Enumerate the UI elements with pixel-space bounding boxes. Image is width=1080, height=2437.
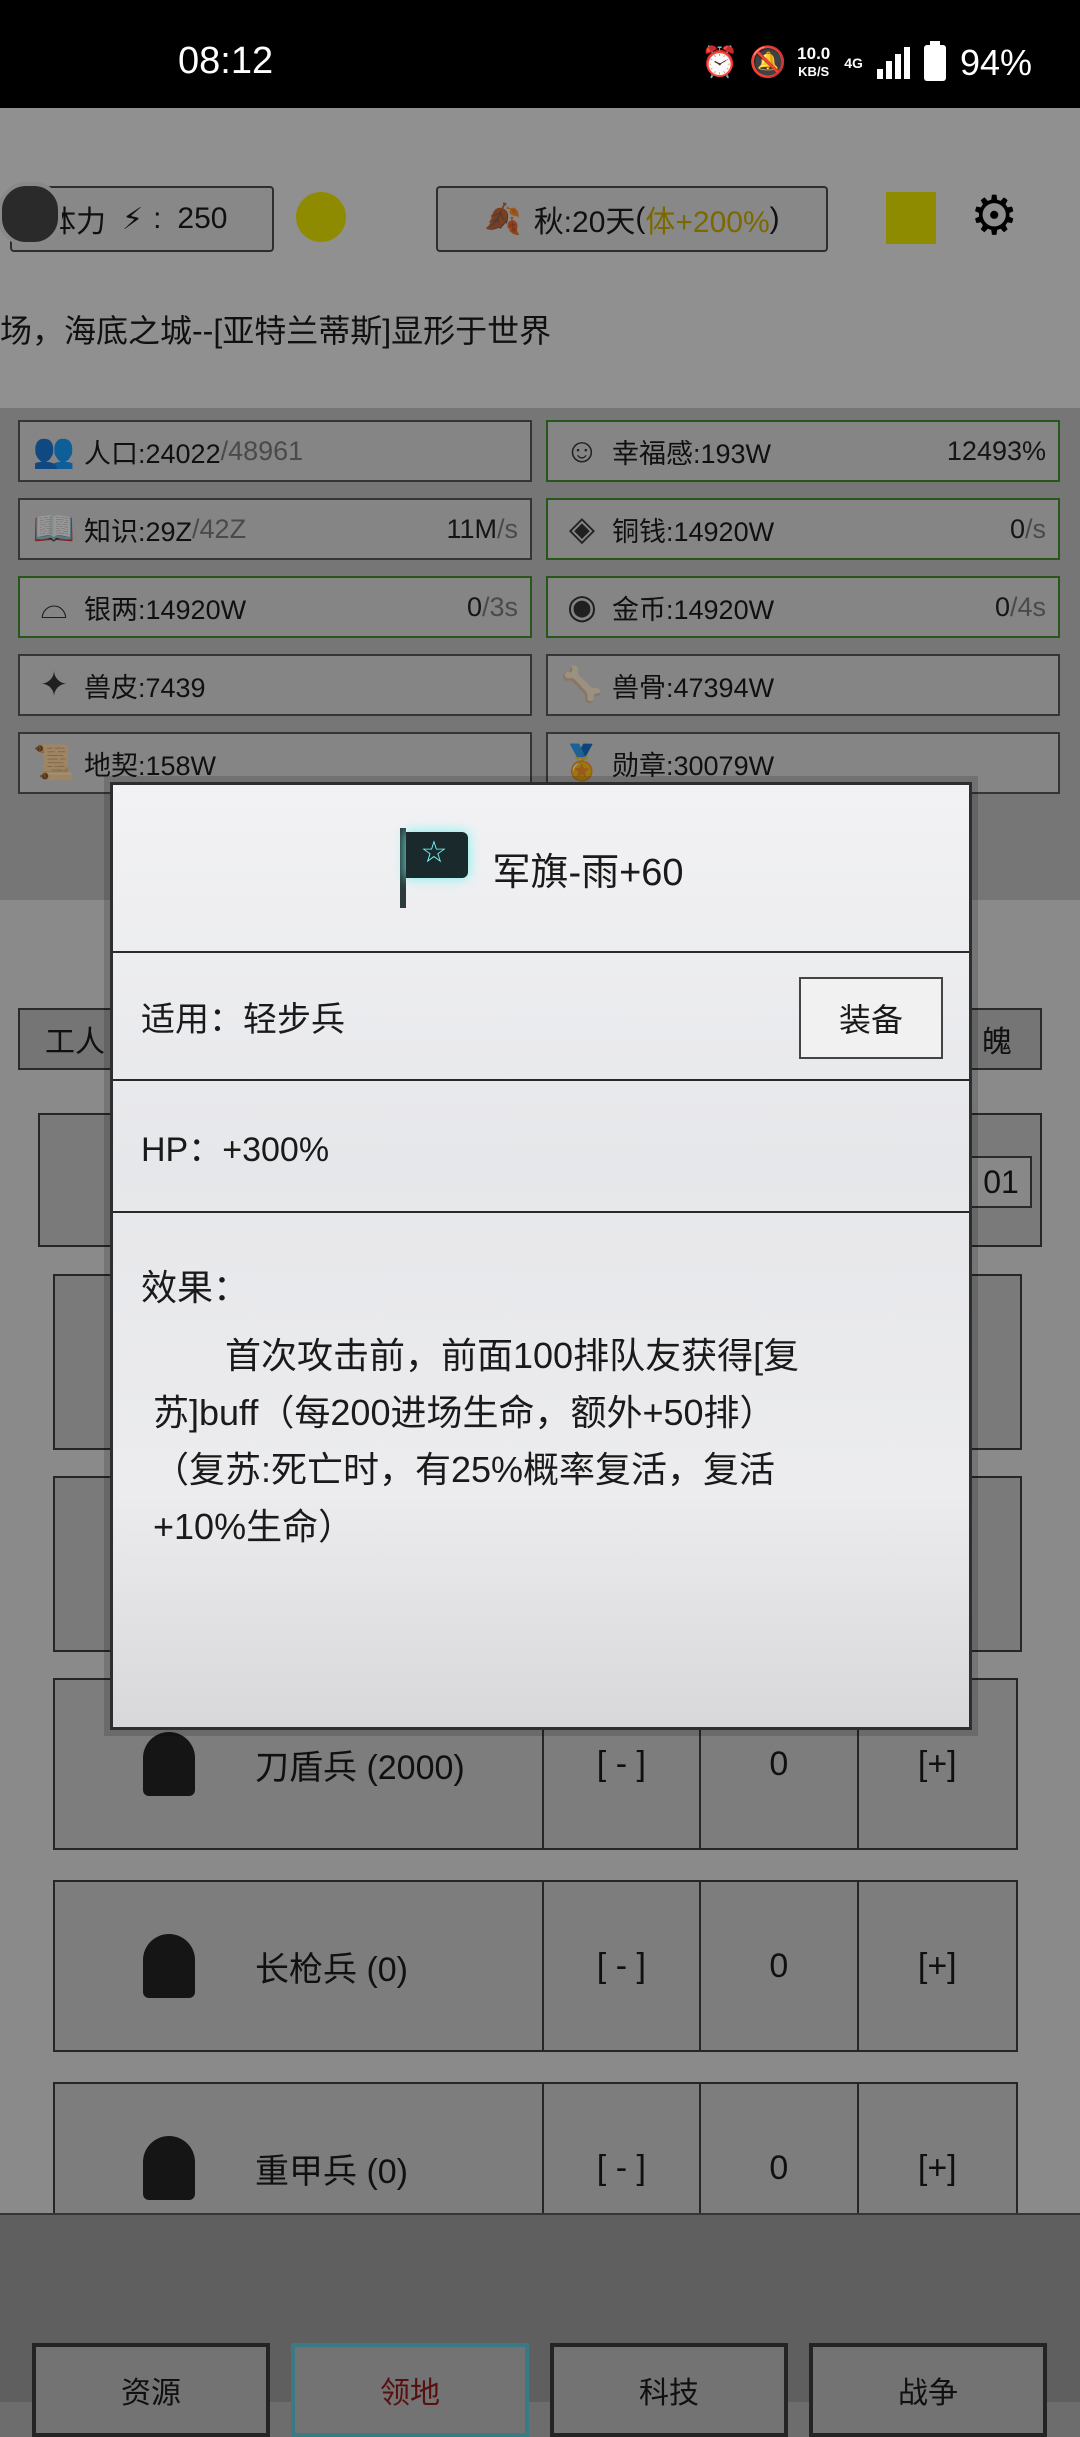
- bone-icon: 🦴: [560, 666, 604, 704]
- stat-silver: ⌓ 银两:14920W 0/3s: [18, 576, 532, 638]
- gold-coin-icon: ◉: [567, 588, 597, 626]
- unit-name-cell: 长枪兵 (0): [55, 1882, 544, 2050]
- stat-hide: ✦ 兽皮:7439: [18, 654, 532, 716]
- season-label: 秋:20天: [533, 206, 636, 239]
- flag-icon: ☆: [398, 828, 470, 908]
- nav-tech[interactable]: 科技: [550, 2343, 788, 2437]
- stamina-value: 250: [177, 202, 228, 235]
- hp-bonus: HP：+300%: [141, 1130, 330, 1169]
- stat-label: 兽皮:7439: [84, 672, 206, 703]
- stamina-box[interactable]: 体力 ⚡ : 250: [0, 182, 274, 252]
- stat-extra: /48961: [220, 435, 304, 466]
- stat-knowledge: 📖 知识:29Z/42Z 11M/s: [18, 498, 532, 560]
- stat-rate: 0: [1009, 513, 1025, 544]
- stat-label: 银两:14920W: [84, 594, 247, 625]
- net-speed-unit: KB/S: [798, 64, 830, 79]
- stat-label: 勋章:30079W: [612, 750, 775, 781]
- stat-label: 人口:24022: [84, 438, 221, 469]
- stat-label: 金币:14920W: [612, 594, 775, 625]
- nav-territory[interactable]: 领地: [291, 2343, 529, 2437]
- decrease-button[interactable]: [ - ]: [544, 1882, 702, 2050]
- unit-name: 长枪兵 (0): [255, 1950, 408, 1989]
- stat-bone: 🦴 兽骨:47394W: [546, 654, 1060, 716]
- item-detail-dialog: ☆ 军旗-雨+60 适用：轻步兵 装备 HP：+300% 效果： 首次攻击前，前…: [110, 782, 972, 1730]
- stat-label: 铜钱:14920W: [612, 516, 775, 547]
- net-speed: 10.0 KB/S: [797, 45, 830, 81]
- sun-icon: [296, 192, 346, 242]
- hide-icon: ✦: [39, 666, 69, 704]
- stat-rate-unit: /s: [496, 513, 518, 544]
- stat-gold: ◉ 金币:14920W 0/4s: [546, 576, 1060, 638]
- effect-line-2: 苏]buff（每200进场生命，额外+50排）: [153, 1392, 776, 1433]
- gift-icon[interactable]: [886, 192, 936, 244]
- lightning-icon: ⚡: [122, 202, 144, 236]
- unit-name: 刀盾兵 (2000): [255, 1748, 465, 1787]
- leaf-icon: 🍂: [484, 202, 522, 236]
- stat-rate: 12493%: [946, 435, 1046, 466]
- ingot-icon: ⌓: [40, 588, 68, 626]
- scroll-icon: 📜: [32, 744, 76, 782]
- stat-label: 兽骨:47394W: [612, 672, 775, 703]
- network-type: 4G: [844, 55, 863, 71]
- effect-description: 首次攻击前，前面100排队友获得[复 苏]buff（每200进场生命，额外+50…: [141, 1327, 941, 1555]
- stat-rate-unit: /s: [1024, 513, 1046, 544]
- nav-war[interactable]: 战争: [809, 2343, 1047, 2437]
- stat-extra: /42Z: [192, 513, 247, 544]
- season-box[interactable]: 🍂 秋:20天 ( 体+200% ): [436, 186, 828, 252]
- status-bar: 08:12 ⏰ 🔕 10.0 KB/S 4G 94%: [0, 0, 1080, 108]
- dialog-header: ☆ 军旗-雨+60: [113, 785, 969, 953]
- stat-rate: 0: [994, 591, 1010, 622]
- status-icons: ⏰ 🔕 10.0 KB/S 4G 94%: [701, 41, 1032, 84]
- unit-row-spear: 长枪兵 (0) [ - ] 0 [+]: [53, 1880, 1018, 2052]
- increase-button[interactable]: [+]: [859, 1882, 1016, 2050]
- battery-icon: [923, 41, 946, 81]
- helmet-icon: [143, 1732, 195, 1796]
- stat-label: 地契:158W: [84, 750, 217, 781]
- season-bonus-open: (: [635, 202, 646, 235]
- stat-copper: ◈ 铜钱:14920W 0/s: [546, 498, 1060, 560]
- unit-count: 0: [701, 1882, 859, 2050]
- coin-icon: ◈: [568, 510, 596, 548]
- applies-row: 适用：轻步兵 装备: [113, 953, 969, 1081]
- medal-icon: 🏅: [560, 744, 604, 782]
- hp-row: HP：+300%: [113, 1081, 969, 1213]
- people-icon: 👥: [32, 432, 76, 470]
- alarm-icon: ⏰: [701, 46, 739, 79]
- signal-icon: [876, 47, 910, 79]
- stat-rate-unit: /4s: [1009, 591, 1046, 622]
- pause-icon[interactable]: [0, 182, 62, 246]
- effect-line-1: 首次攻击前，前面100排队友获得[复: [153, 1335, 800, 1376]
- stat-happiness: ☺ 幸福感:193W 12493%: [546, 420, 1060, 482]
- nav-resources[interactable]: 资源: [32, 2343, 270, 2437]
- effect-line-3: （复苏:死亡时，有25%概率复活，复活: [153, 1449, 776, 1490]
- unit-name: 重甲兵 (0): [255, 2152, 408, 2191]
- effect-title: 效果：: [141, 1267, 250, 1308]
- book-icon: 📖: [32, 510, 76, 548]
- stat-rate: 0: [466, 591, 482, 622]
- gear-icon[interactable]: ⚙: [970, 188, 1026, 244]
- stat-label: 幸福感:193W: [612, 438, 772, 469]
- battery-percent: 94%: [959, 42, 1032, 83]
- effect-line-4: +10%生命）: [153, 1506, 355, 1547]
- mute-bell-icon: 🔕: [749, 46, 787, 79]
- season-bonus-close: ): [769, 202, 780, 235]
- equip-button[interactable]: 装备: [799, 977, 943, 1059]
- net-speed-value: 10.0: [797, 44, 831, 63]
- applies-label: 适用：轻步兵: [141, 1000, 345, 1039]
- stat-rate-unit: /3s: [481, 591, 518, 622]
- stat-rate: 11M: [446, 513, 497, 544]
- marquee-text: 场，海底之城--[亚特兰蒂斯]显形于世界: [0, 313, 552, 349]
- stamina-sep: :: [153, 202, 162, 235]
- season-bonus: 体+200%: [645, 206, 770, 239]
- stat-population: 👥 人口:24022/48961: [18, 420, 532, 482]
- row-value[interactable]: 01: [970, 1156, 1032, 1208]
- smile-icon: ☺: [564, 432, 600, 470]
- helmet-icon: [143, 1934, 195, 1998]
- dialog-title: 军旗-雨+60: [492, 851, 684, 894]
- status-time: 08:12: [178, 40, 274, 82]
- helmet-icon: [143, 2136, 195, 2200]
- stat-label: 知识:29Z: [84, 516, 193, 547]
